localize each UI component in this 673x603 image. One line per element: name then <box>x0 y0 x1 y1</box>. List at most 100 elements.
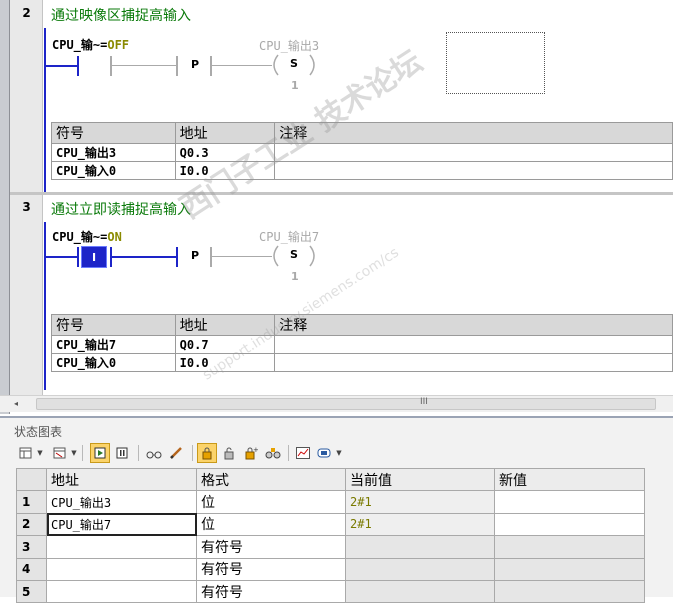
contact-label: CPU_输~=OFF <box>52 38 130 52</box>
ladder-editor[interactable]: 2 通过映像区捕捉高输入 CPU_输~=OFF P CPU_输出3 S 1 符号… <box>0 0 673 414</box>
energized-wire <box>112 256 176 258</box>
address-cell: Q0.3 <box>174 143 276 162</box>
contact-right-bar[interactable] <box>110 56 112 76</box>
address-header: 地址 <box>174 314 276 336</box>
address-cell[interactable] <box>46 535 197 559</box>
format-column-header[interactable]: 格式 <box>196 467 346 492</box>
coil-count: 1 <box>291 79 299 92</box>
power-rail <box>44 222 46 390</box>
wire <box>112 65 176 66</box>
start-monitoring-icon[interactable] <box>90 443 110 463</box>
table-row: 2 CPU_输出7 位 2#1 <box>16 512 645 537</box>
read-all-forced-icon[interactable] <box>263 443 283 463</box>
current-value-column-header[interactable]: 当前值 <box>345 467 495 492</box>
wire <box>212 65 272 66</box>
new-value-cell[interactable] <box>494 512 645 537</box>
delete-table-icon[interactable] <box>50 443 70 463</box>
new-value-cell[interactable] <box>494 535 645 559</box>
energized-wire <box>45 65 77 67</box>
status-chart-toolbar: ▼ ▼ + ▼ <box>14 443 673 465</box>
symbol-cell: CPU_输出7 <box>51 335 176 354</box>
comment-header: 注释 <box>274 314 673 336</box>
network-title[interactable]: 通过映像区捕捉高输入 <box>51 5 191 25</box>
format-cell[interactable]: 有符号 <box>196 557 346 581</box>
tag-icon[interactable] <box>315 443 335 463</box>
format-cell[interactable]: 位 <box>196 512 346 537</box>
svg-text:+: + <box>253 446 258 454</box>
address-cell[interactable] <box>46 557 197 581</box>
current-value-cell: 2#1 <box>345 512 495 537</box>
chevron-down-icon[interactable]: ▼ <box>70 443 78 463</box>
row-number[interactable]: 5 <box>16 579 47 603</box>
row-number[interactable]: 4 <box>16 557 47 581</box>
pause-monitoring-icon[interactable] <box>112 443 132 463</box>
format-cell[interactable]: 有符号 <box>196 579 346 603</box>
scroll-left-arrow[interactable]: ◂ <box>14 399 18 408</box>
address-cell[interactable]: CPU_输出3 <box>46 490 197 514</box>
new-value-cell[interactable] <box>494 557 645 581</box>
comment-cell <box>274 143 673 162</box>
coil-type: S <box>290 57 298 70</box>
toolbar-separator <box>288 445 289 461</box>
address-column-header[interactable]: 地址 <box>46 467 197 492</box>
unforce-all-icon[interactable]: + <box>241 443 261 463</box>
table-row: 5 有符号 <box>16 579 645 603</box>
current-value-cell <box>345 535 495 559</box>
network-separator <box>10 192 673 195</box>
row-number[interactable]: 3 <box>16 535 47 559</box>
address-cell[interactable] <box>46 579 197 603</box>
address-cell: Q0.7 <box>174 335 276 354</box>
new-value-column-header[interactable]: 新值 <box>494 467 645 492</box>
edge-bar-left <box>176 247 178 267</box>
symbol-cell: CPU_输入0 <box>51 161 176 180</box>
status-chart-pane: 状态图表 ▼ ▼ + ▼ 地址 格式 当前值 新值 1 CPU_输出3 位 2#… <box>0 416 673 603</box>
symbol-header: 符号 <box>51 314 176 336</box>
add-table-icon[interactable] <box>16 443 36 463</box>
chevron-down-icon[interactable]: ▼ <box>36 443 44 463</box>
address-cell: I0.0 <box>174 161 276 180</box>
chevron-down-icon[interactable]: ▼ <box>335 443 343 463</box>
address-cell: I0.0 <box>174 353 276 372</box>
edge-bar-right <box>210 247 212 267</box>
address-header: 地址 <box>174 122 276 144</box>
current-value-cell <box>345 557 495 581</box>
symbol-table: 符号 地址 注释 CPU_输出3 Q0.3 CPU_输入0 I0.0 <box>51 122 673 180</box>
current-value-cell: 2#1 <box>345 490 495 514</box>
positive-edge-label[interactable]: P <box>183 249 207 262</box>
comment-header: 注释 <box>274 122 673 144</box>
force-lock-icon[interactable] <box>197 443 217 463</box>
toolbar-separator <box>138 445 139 461</box>
selection-box[interactable] <box>446 32 545 94</box>
network-title[interactable]: 通过立即读捕捉高输入 <box>51 199 191 219</box>
read-glasses-icon[interactable] <box>144 443 164 463</box>
immediate-contact[interactable]: I <box>81 246 107 268</box>
scroll-grip: III <box>420 397 428 407</box>
network-number[interactable]: 3 <box>10 200 43 214</box>
scroll-thumb[interactable]: III <box>36 397 656 410</box>
row-number[interactable]: 1 <box>16 490 47 514</box>
write-pencil-icon[interactable] <box>166 443 186 463</box>
horizontal-scrollbar[interactable]: ◂ III <box>0 395 673 412</box>
contact-label: CPU_输~=ON <box>52 230 122 244</box>
symbol-table: 符号 地址 注释 CPU_输出7 Q0.7 CPU_输入0 I0.0 <box>51 314 673 372</box>
symbol-cell: CPU_输出3 <box>51 143 176 162</box>
contact-left-bar[interactable] <box>77 247 79 267</box>
row-header-corner <box>16 467 47 492</box>
status-chart-title: 状态图表 <box>14 425 63 439</box>
new-value-cell[interactable] <box>494 490 645 514</box>
new-value-cell[interactable] <box>494 579 645 603</box>
edge-bar-left <box>176 56 178 76</box>
trend-view-icon[interactable] <box>293 443 313 463</box>
address-cell[interactable]: CPU_输出7 <box>46 512 197 537</box>
coil-name: CPU_输出3 <box>259 39 320 53</box>
positive-edge-label[interactable]: P <box>183 58 207 71</box>
format-cell[interactable]: 有符号 <box>196 535 346 559</box>
table-row: 4 有符号 <box>16 557 645 581</box>
network-number[interactable]: 2 <box>10 6 43 20</box>
network-gutter <box>10 195 43 395</box>
row-number[interactable]: 2 <box>16 512 47 537</box>
contact-left-bar[interactable] <box>77 56 79 76</box>
format-cell[interactable]: 位 <box>196 490 346 514</box>
unforce-icon[interactable] <box>219 443 239 463</box>
toolbar-separator <box>192 445 193 461</box>
